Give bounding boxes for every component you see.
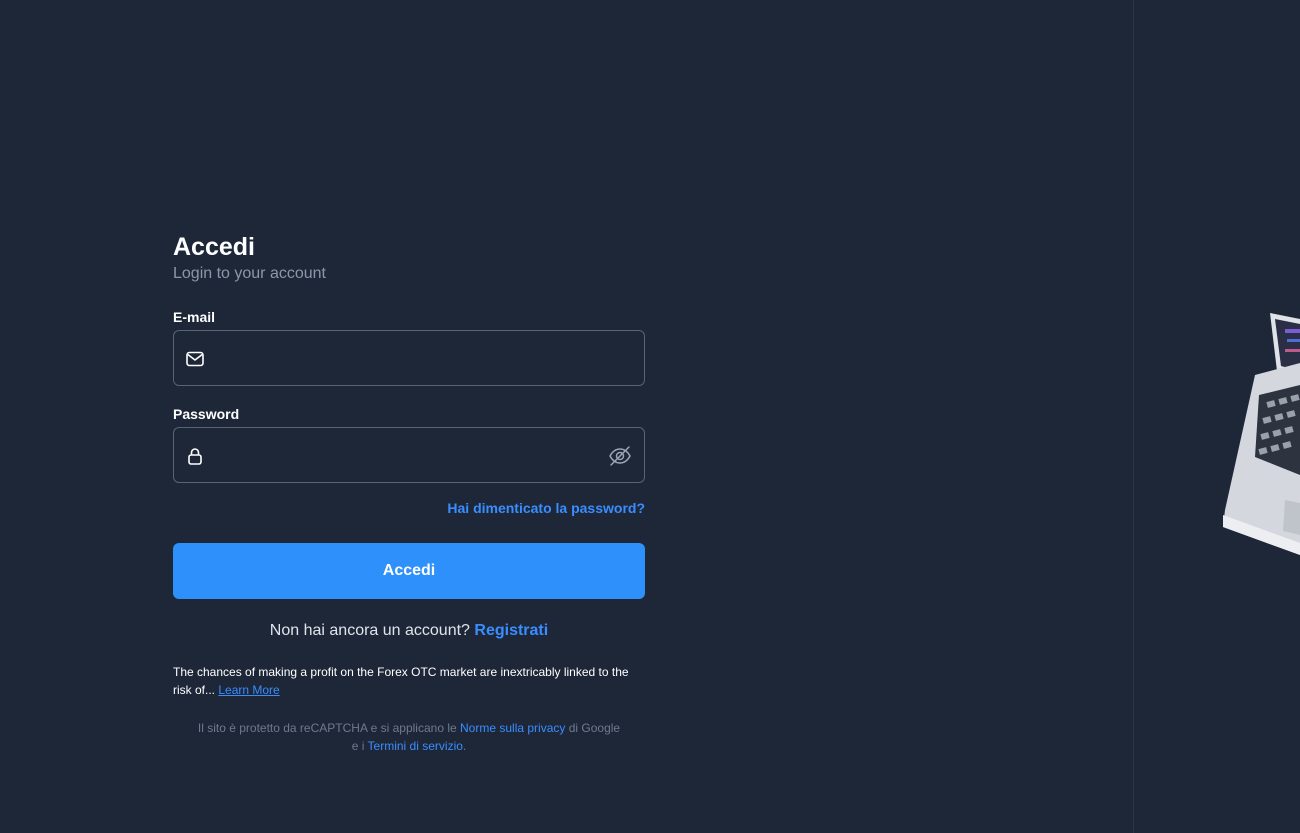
forgot-password-row: Hai dimenticato la password? bbox=[173, 500, 645, 517]
recaptcha-text-end: . bbox=[462, 739, 467, 753]
laptop-illustration bbox=[1215, 305, 1300, 565]
privacy-policy-link[interactable]: Norme sulla privacy bbox=[460, 721, 565, 735]
page-title: Accedi bbox=[173, 233, 255, 261]
forgot-password-link[interactable]: Hai dimenticato la password? bbox=[447, 500, 645, 516]
recaptcha-notice: Il sito è protetto da reCAPTCHA e si app… bbox=[173, 719, 645, 755]
learn-more-link[interactable]: Learn More bbox=[218, 683, 279, 697]
login-form: Accedi Login to your account E-mail Pass… bbox=[173, 232, 645, 755]
panel-divider bbox=[1133, 0, 1134, 833]
recaptcha-text-mid: di Google bbox=[568, 721, 621, 735]
login-page: Accedi Login to your account E-mail Pass… bbox=[0, 0, 1300, 833]
eye-off-icon[interactable] bbox=[608, 444, 632, 468]
risk-disclaimer: The chances of making a profit on the Fo… bbox=[173, 663, 645, 699]
password-field[interactable] bbox=[218, 428, 600, 482]
recaptcha-text-and: e i bbox=[351, 739, 365, 753]
email-field[interactable] bbox=[218, 331, 600, 385]
email-field-wrapper bbox=[173, 330, 645, 386]
email-label: E-mail bbox=[173, 309, 216, 325]
signup-prompt: Non hai ancora un account? bbox=[269, 622, 470, 639]
recaptcha-text-start: Il sito è protetto da reCAPTCHA e si app… bbox=[197, 721, 457, 735]
signup-link[interactable]: Registrati bbox=[474, 622, 548, 639]
password-field-wrapper bbox=[173, 427, 645, 483]
page-subtitle: Login to your account bbox=[173, 265, 326, 282]
login-button[interactable]: Accedi bbox=[173, 543, 645, 599]
signup-row: Non hai ancora un account? Registrati bbox=[173, 621, 645, 641]
terms-of-service-link[interactable]: Termini di servizio bbox=[368, 739, 463, 753]
mail-icon bbox=[185, 349, 205, 369]
lock-icon bbox=[185, 446, 205, 466]
password-label: Password bbox=[173, 406, 240, 422]
